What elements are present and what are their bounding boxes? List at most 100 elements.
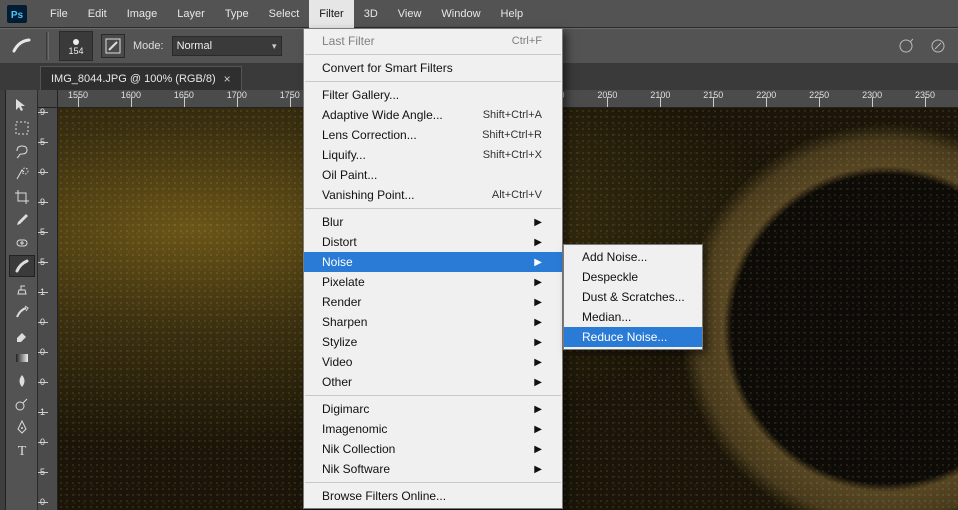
chevron-down-icon: ▾: [272, 41, 277, 52]
ruler-v-label: 5: [40, 467, 45, 477]
ruler-v-label: 0: [40, 497, 45, 507]
clone-stamp-tool[interactable]: [9, 278, 35, 300]
menu-item-other[interactable]: Other▶: [304, 372, 562, 392]
eraser-tool[interactable]: [9, 324, 35, 346]
ruler-h-label: 2250: [809, 90, 829, 100]
menu-window[interactable]: Window: [431, 0, 490, 28]
submenu-arrow-icon: ▶: [534, 317, 542, 328]
submenu-arrow-icon: ▶: [534, 257, 542, 268]
menu-item-pixelate[interactable]: Pixelate▶: [304, 272, 562, 292]
ruler-v-label: 0: [40, 167, 45, 177]
menu-item-filter-gallery[interactable]: Filter Gallery...: [304, 85, 562, 105]
svg-text:Ps: Ps: [11, 10, 24, 21]
ruler-h-label: 1750: [280, 90, 300, 100]
menu-item-digimarc[interactable]: Digimarc▶: [304, 399, 562, 419]
submenu-arrow-icon: ▶: [534, 444, 542, 455]
ruler-v-label: 0: [40, 317, 45, 327]
menu-view[interactable]: View: [388, 0, 432, 28]
brush-panel-toggle-icon[interactable]: [101, 34, 125, 58]
ruler-h-label: 2350: [915, 90, 935, 100]
history-brush-tool[interactable]: [9, 301, 35, 323]
brush-tool[interactable]: [9, 255, 35, 277]
menu-filter[interactable]: Filter: [309, 0, 353, 28]
brush-dot-icon: [73, 39, 79, 45]
menubar: Ps FileEditImageLayerTypeSelectFilter3DV…: [0, 0, 958, 28]
menu-item-imagenomic[interactable]: Imagenomic▶: [304, 419, 562, 439]
ruler-v-label: 9: [40, 197, 45, 207]
menu-item-sharpen[interactable]: Sharpen▶: [304, 312, 562, 332]
brush-preset-picker[interactable]: 154: [59, 31, 93, 61]
menu-item-nik-collection[interactable]: Nik Collection▶: [304, 439, 562, 459]
lasso-tool[interactable]: [9, 140, 35, 162]
marquee-tool[interactable]: [9, 117, 35, 139]
menu-item-last-filter: Last FilterCtrl+F: [304, 31, 562, 51]
separator: [46, 32, 49, 60]
ruler-v-label: 0: [40, 377, 45, 387]
ruler-h-label: 2150: [703, 90, 723, 100]
submenu-arrow-icon: ▶: [534, 357, 542, 368]
crop-tool[interactable]: [9, 186, 35, 208]
menu-edit[interactable]: Edit: [78, 0, 117, 28]
ruler-v-label: 0: [40, 437, 45, 447]
pen-tool[interactable]: [9, 416, 35, 438]
menu-item-render[interactable]: Render▶: [304, 292, 562, 312]
menu-item-convert-for-smart-filters[interactable]: Convert for Smart Filters: [304, 58, 562, 78]
airbrush-icon[interactable]: [894, 34, 918, 58]
type-tool[interactable]: T: [9, 439, 35, 461]
close-icon[interactable]: ×: [224, 72, 231, 86]
menu-item-video[interactable]: Video▶: [304, 352, 562, 372]
healing-brush-tool[interactable]: [9, 232, 35, 254]
menu-3d[interactable]: 3D: [354, 0, 388, 28]
blend-mode-value: Normal: [177, 40, 212, 52]
submenu-arrow-icon: ▶: [534, 237, 542, 248]
menu-item-adaptive-wide-angle[interactable]: Adaptive Wide Angle...Shift+Ctrl+A: [304, 105, 562, 125]
menu-layer[interactable]: Layer: [167, 0, 215, 28]
blend-mode-select[interactable]: Normal ▾: [172, 36, 282, 56]
ruler-vertical[interactable]: 95095510001050: [38, 90, 58, 510]
menu-item-oil-paint[interactable]: Oil Paint...: [304, 165, 562, 185]
ruler-v-label: 5: [40, 257, 45, 267]
menu-help[interactable]: Help: [491, 0, 534, 28]
quick-select-tool[interactable]: [9, 163, 35, 185]
svg-text:T: T: [17, 444, 26, 458]
filter-menu: Last FilterCtrl+F Convert for Smart Filte…: [303, 28, 563, 509]
menu-item-liquify[interactable]: Liquify...Shift+Ctrl+X: [304, 145, 562, 165]
dodge-tool[interactable]: [9, 393, 35, 415]
document-tab-title: IMG_8044.JPG @ 100% (RGB/8): [51, 73, 216, 85]
blur-tool[interactable]: [9, 370, 35, 392]
submenu-arrow-icon: ▶: [534, 424, 542, 435]
ruler-corner: [38, 90, 58, 108]
ruler-h-label: 1600: [121, 90, 141, 100]
ruler-h-label: 2050: [597, 90, 617, 100]
menu-item-nik-software[interactable]: Nik Software▶: [304, 459, 562, 479]
menu-item-median[interactable]: Median...: [564, 307, 702, 327]
menu-item-reduce-noise[interactable]: Reduce Noise...: [564, 327, 702, 347]
submenu-arrow-icon: ▶: [534, 217, 542, 228]
menu-item-browse-filters-online[interactable]: Browse Filters Online...: [304, 486, 562, 506]
app-logo-icon: Ps: [6, 5, 28, 23]
move-tool[interactable]: [9, 94, 35, 116]
ruler-v-label: 5: [40, 227, 45, 237]
menu-file[interactable]: File: [40, 0, 78, 28]
submenu-arrow-icon: ▶: [534, 377, 542, 388]
eyedropper-tool[interactable]: [9, 209, 35, 231]
menu-item-lens-correction[interactable]: Lens Correction...Shift+Ctrl+R: [304, 125, 562, 145]
menu-item-dust-scratches[interactable]: Dust & Scratches...: [564, 287, 702, 307]
tool-preset-icon[interactable]: [8, 34, 36, 58]
menu-item-noise[interactable]: Noise▶: [304, 252, 562, 272]
menu-item-vanishing-point[interactable]: Vanishing Point...Alt+Ctrl+V: [304, 185, 562, 205]
menu-select[interactable]: Select: [259, 0, 310, 28]
menu-item-distort[interactable]: Distort▶: [304, 232, 562, 252]
gradient-tool[interactable]: [9, 347, 35, 369]
menu-item-stylize[interactable]: Stylize▶: [304, 332, 562, 352]
document-tab[interactable]: IMG_8044.JPG @ 100% (RGB/8) ×: [40, 66, 242, 90]
tablet-pressure-icon[interactable]: [926, 34, 950, 58]
submenu-arrow-icon: ▶: [534, 337, 542, 348]
menu-item-add-noise[interactable]: Add Noise...: [564, 247, 702, 267]
menu-item-despeckle[interactable]: Despeckle: [564, 267, 702, 287]
menu-type[interactable]: Type: [215, 0, 259, 28]
ruler-h-label: 2300: [862, 90, 882, 100]
menu-image[interactable]: Image: [117, 0, 168, 28]
menu-item-blur[interactable]: Blur▶: [304, 212, 562, 232]
ruler-h-label: 1700: [227, 90, 247, 100]
